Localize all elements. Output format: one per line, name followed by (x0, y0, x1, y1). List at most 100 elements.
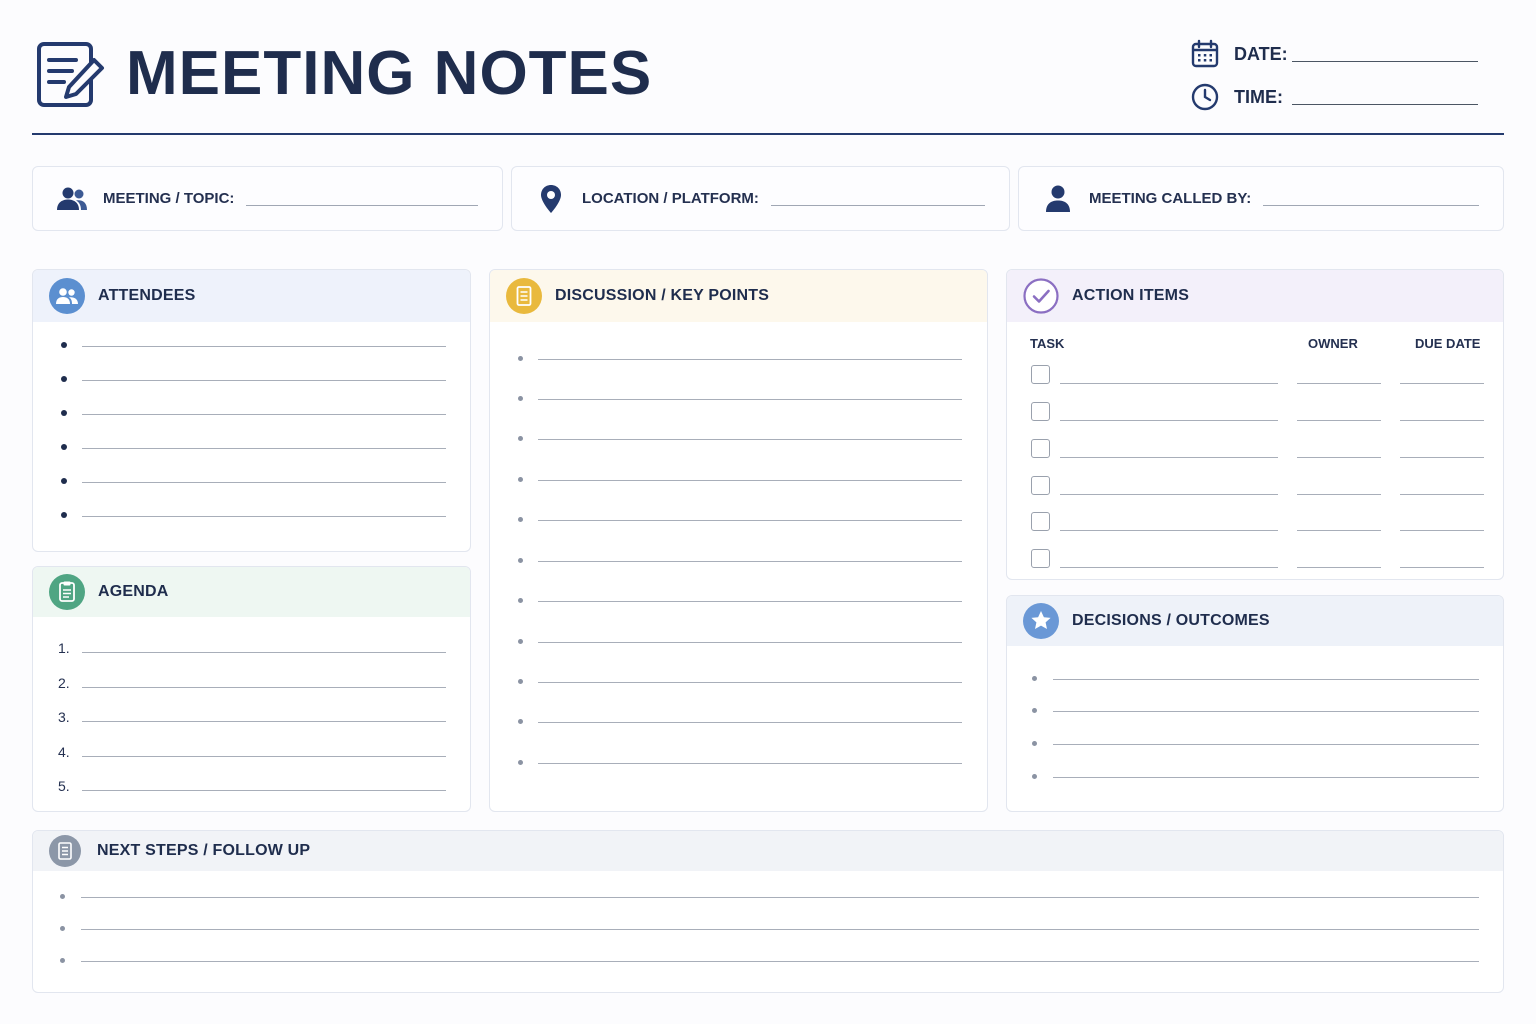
decision-line[interactable] (1032, 741, 1479, 746)
task-field[interactable] (1060, 494, 1278, 495)
clock-icon (1190, 82, 1220, 112)
discussion-line[interactable] (518, 436, 962, 441)
task-field[interactable] (1060, 567, 1278, 568)
action-items-title: ACTION ITEMS (1072, 287, 1190, 304)
agenda-line[interactable]: 3. (58, 709, 446, 725)
date-row: DATE: (1190, 39, 1478, 69)
note-icon (506, 278, 542, 314)
date-field[interactable] (1292, 60, 1478, 62)
agenda-line[interactable]: 2. (58, 675, 446, 691)
time-row: TIME: (1190, 82, 1478, 112)
date-label: DATE: (1234, 43, 1288, 64)
task-checkbox[interactable] (1031, 439, 1050, 458)
next-steps-title: NEXT STEPS / FOLLOW UP (97, 842, 311, 859)
agenda-line[interactable]: 5. (58, 778, 446, 794)
called-by-field[interactable] (1263, 205, 1479, 206)
header-divider (32, 133, 1504, 135)
star-icon (1023, 603, 1059, 639)
agenda-title: AGENDA (98, 583, 169, 600)
discussion-line[interactable] (518, 477, 962, 482)
location-pin-icon (534, 182, 568, 216)
calendar-icon (1190, 39, 1220, 69)
attendee-line[interactable] (61, 512, 446, 518)
decision-line[interactable] (1032, 708, 1479, 713)
discussion-line[interactable] (518, 719, 962, 724)
discussion-line[interactable] (518, 760, 962, 765)
owner-field[interactable] (1297, 383, 1381, 384)
discussion-header: DISCUSSION / KEY POINTS (490, 270, 987, 322)
decisions-title: DECISIONS / OUTCOMES (1072, 612, 1270, 629)
due-date-field[interactable] (1400, 494, 1484, 495)
attendee-line[interactable] (61, 444, 446, 450)
owner-field[interactable] (1297, 567, 1381, 568)
location-label: LOCATION / PLATFORM: (582, 190, 759, 207)
task-field[interactable] (1060, 420, 1278, 421)
group-icon (55, 182, 89, 216)
next-steps-header: NEXT STEPS / FOLLOW UP (33, 831, 1503, 871)
attendee-line[interactable] (61, 342, 446, 348)
agenda-header: AGENDA (33, 567, 470, 617)
task-checkbox[interactable] (1031, 365, 1050, 384)
decisions-card: DECISIONS / OUTCOMES (1006, 595, 1504, 812)
decisions-header: DECISIONS / OUTCOMES (1007, 596, 1503, 646)
check-circle-icon (1023, 278, 1059, 314)
document-icon (49, 835, 81, 867)
meeting-topic-label: MEETING / TOPIC: (103, 190, 235, 207)
meeting-topic-box: MEETING / TOPIC: (32, 166, 503, 231)
owner-field[interactable] (1297, 457, 1381, 458)
decision-line[interactable] (1032, 774, 1479, 779)
discussion-line[interactable] (518, 639, 962, 644)
discussion-card: DISCUSSION / KEY POINTS (489, 269, 988, 812)
location-box: LOCATION / PLATFORM: (511, 166, 1010, 231)
attendee-line[interactable] (61, 376, 446, 382)
due-date-field[interactable] (1400, 530, 1484, 531)
next-step-line[interactable] (60, 894, 1479, 899)
decision-line[interactable] (1032, 676, 1479, 681)
task-field[interactable] (1060, 530, 1278, 531)
next-steps-card: NEXT STEPS / FOLLOW UP (32, 830, 1504, 993)
task-column-header: TASK (1030, 336, 1065, 351)
due-date-field[interactable] (1400, 567, 1484, 568)
owner-field[interactable] (1297, 530, 1381, 531)
task-checkbox[interactable] (1031, 476, 1050, 495)
notes-edit-icon (36, 40, 106, 110)
discussion-line[interactable] (518, 356, 962, 361)
task-field[interactable] (1060, 383, 1278, 384)
discussion-line[interactable] (518, 679, 962, 684)
person-icon (1041, 182, 1075, 216)
discussion-line[interactable] (518, 558, 962, 563)
action-items-card: ACTION ITEMS (1006, 269, 1504, 580)
location-field[interactable] (770, 205, 985, 206)
owner-field[interactable] (1297, 420, 1381, 421)
discussion-title: DISCUSSION / KEY POINTS (555, 287, 770, 304)
task-checkbox[interactable] (1031, 402, 1050, 421)
owner-field[interactable] (1297, 494, 1381, 495)
due-date-field[interactable] (1400, 420, 1484, 421)
due-date-field[interactable] (1400, 457, 1484, 458)
meeting-topic-field[interactable] (246, 205, 478, 206)
time-label: TIME: (1234, 86, 1283, 107)
agenda-card: AGENDA (32, 566, 471, 812)
attendee-line[interactable] (61, 478, 446, 484)
agenda-line[interactable]: 1. (58, 640, 446, 656)
discussion-line[interactable] (518, 598, 962, 603)
time-field[interactable] (1292, 103, 1478, 105)
next-step-line[interactable] (60, 958, 1479, 963)
task-checkbox[interactable] (1031, 512, 1050, 531)
attendees-icon (49, 278, 85, 314)
due-date-field[interactable] (1400, 383, 1484, 384)
action-items-header: ACTION ITEMS (1007, 270, 1503, 322)
discussion-line[interactable] (518, 517, 962, 522)
called-by-label: MEETING CALLED BY: (1089, 190, 1252, 207)
attendees-title: ATTENDEES (98, 287, 196, 304)
owner-column-header: OWNER (1308, 336, 1358, 351)
attendee-line[interactable] (61, 410, 446, 416)
task-field[interactable] (1060, 457, 1278, 458)
task-checkbox[interactable] (1031, 549, 1050, 568)
next-step-line[interactable] (60, 926, 1479, 931)
page-title: MEETING NOTES (126, 39, 653, 108)
due-date-column-header: DUE DATE (1415, 336, 1481, 351)
clipboard-icon (49, 574, 85, 610)
discussion-line[interactable] (518, 396, 962, 401)
agenda-line[interactable]: 4. (58, 744, 446, 760)
